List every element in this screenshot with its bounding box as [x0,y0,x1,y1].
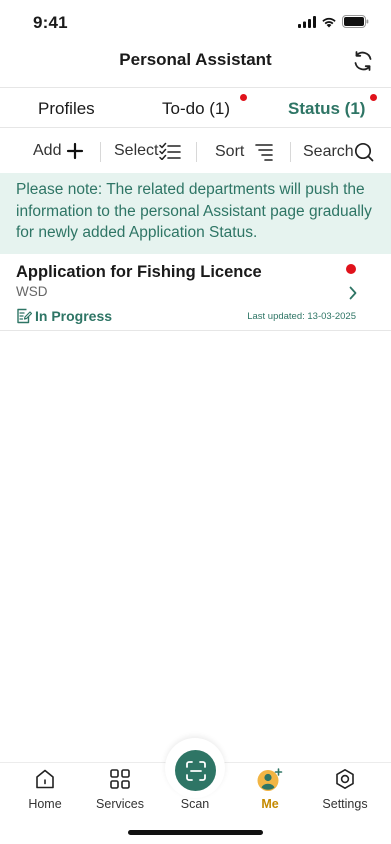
status-time: 9:41 [33,13,68,32]
status-badge-dot [370,94,377,101]
todo-badge-dot [240,94,247,101]
list-toolbar: Add Select Sort Search [0,133,391,171]
wifi-icon [322,17,336,27]
unread-dot [346,264,356,274]
edit-document-icon [17,308,32,324]
add-label: Add [33,142,62,159]
tabbar-label-home: Home [28,797,62,811]
toolbar-divider [100,142,101,162]
select-label: Select [114,142,159,159]
tab-profiles[interactable]: Profiles [38,99,95,119]
info-notice: Please note: The related departments wil… [0,173,391,254]
add-button[interactable]: Add [33,142,84,160]
app-header: Personal Assistant [0,44,391,88]
scan-icon [185,760,206,781]
tabbar-label-scan: Scan [180,797,210,811]
tabbar-label-services: Services [96,797,144,811]
status-icons [298,15,369,28]
segment-tabs: Profiles To-do (1) Status (1) [0,88,391,128]
battery-icon [342,15,369,28]
toolbar-divider [290,142,291,162]
home-icon [36,769,54,789]
search-icon [354,142,374,162]
status-text: In Progress [35,308,113,324]
tabbar-label-settings: Settings [322,797,368,811]
search-label: Search [303,143,354,160]
select-button[interactable]: Select [114,142,182,160]
refresh-button[interactable] [351,49,375,73]
sort-button[interactable]: Sort [215,142,274,162]
application-title: Application for Fishing Licence [16,263,262,281]
home-indicator [128,830,263,835]
cellular-signal-icon [298,15,316,28]
search-button[interactable]: Search [303,142,374,162]
tabbar-label-me: Me [261,797,279,811]
gear-icon [336,769,354,789]
tab-todo[interactable]: To-do (1) [162,99,230,119]
tab-status[interactable]: Status (1) [288,99,365,119]
chevron-right-icon[interactable] [349,286,357,300]
refresh-icon [354,51,372,71]
page-title: Personal Assistant [119,50,272,69]
application-department: WSD [16,284,48,299]
checklist-icon [159,142,182,160]
status-bar: 9:41 [0,0,391,44]
avatar-icon [257,768,283,791]
last-updated: Last updated: 13-03-2025 [247,311,356,322]
sort-label: Sort [215,143,245,160]
scan-button[interactable] [175,750,216,791]
plus-icon [67,142,84,160]
application-status-item[interactable]: Application for Fishing Licence WSD In P… [0,256,391,331]
toolbar-divider [196,142,197,162]
grid-icon [110,769,130,789]
sort-icon [255,144,274,161]
status-badge: In Progress [16,308,112,324]
